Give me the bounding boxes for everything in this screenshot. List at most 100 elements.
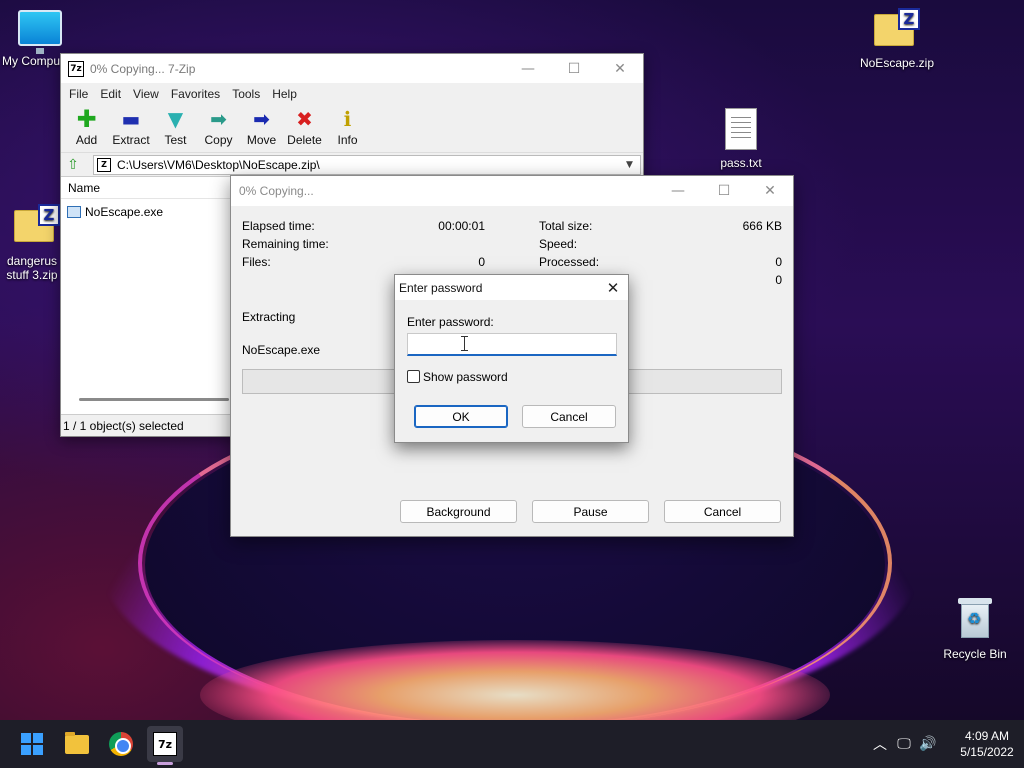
menu-favorites[interactable]: Favorites [165,87,226,101]
ok-button[interactable]: OK [414,405,508,428]
horizontal-scrollbar[interactable] [79,398,229,401]
clock[interactable]: 4:09 AM 5/15/2022 [952,728,1022,760]
arrow-right-icon: ➡ [253,107,270,131]
7zip-app-icon: 7z [68,60,84,77]
desktop-icon-my-computer[interactable]: My Compu [0,10,64,68]
menu-file[interactable]: File [63,87,94,101]
network-icon[interactable]: 🖵 [892,736,916,752]
desktop-icon-label: Recycle Bin [943,647,1007,661]
desktop-icon-pass-txt[interactable]: pass.txt [701,108,781,170]
taskbar-chrome[interactable] [103,726,139,762]
clock-date: 5/15/2022 [960,745,1014,759]
delete-button[interactable]: ✖ Delete [283,105,326,147]
info-button[interactable]: ℹ Info [326,105,369,147]
menu-help[interactable]: Help [266,87,303,101]
maximize-button[interactable]: ☐ [551,54,597,83]
zip-folder-icon: Z [874,8,920,48]
desktop-icon-recycle-bin[interactable]: ♻ Recycle Bin [935,598,1015,661]
processed-label: Processed: [539,255,600,269]
copy-button[interactable]: ➡ Copy [197,105,240,147]
cancel-button[interactable]: Cancel [664,500,781,523]
extract-button[interactable]: ▬ Extract [108,105,154,147]
7zip-icon: 7z [153,732,177,756]
desktop-icon-label: My Compu [2,54,61,68]
total-size-label: Total size: [539,219,593,233]
show-password-label[interactable]: Show password [423,370,508,384]
text-cursor-icon [461,336,468,351]
processed-value: 0 [775,255,782,269]
password-input[interactable] [407,333,617,356]
up-folder-button[interactable]: ⇧ [61,154,85,176]
speed-label: Speed: [539,237,578,251]
minimize-button[interactable]: — [655,177,701,206]
recycle-bin-icon: ♻ [958,598,992,638]
progress-title-bar[interactable]: 0% Copying... — ☐ ✕ [231,176,793,206]
operation-label: Extracting [242,310,296,324]
minus-icon: ▬ [121,107,141,131]
close-icon[interactable]: ✕ [598,279,628,297]
clock-time: 4:09 AM [964,729,1010,743]
elapsed-time-value: 00:00:01 [438,219,485,233]
start-icon [21,733,43,755]
desktop-icon-label: NoEscape.zip [859,56,935,70]
file-explorer-icon [65,731,89,754]
desktop-icon-dangerus-zip[interactable]: Z dangerus stuff 3.zip [0,204,64,282]
arrow-right-icon: ➡ [210,107,227,131]
zip-archive-icon: Z [97,157,111,172]
password-dialog[interactable]: Enter password ✕ Enter password: Show pa… [394,274,629,443]
check-icon: ▼ [167,107,184,131]
pause-button[interactable]: Pause [532,500,649,523]
text-file-icon [725,108,757,150]
desktop-icon-noescape-zip[interactable]: Z NoEscape.zip [857,8,937,70]
show-password-checkbox[interactable] [407,370,420,383]
exe-file-icon [67,206,81,218]
menu-edit[interactable]: Edit [94,87,127,101]
file-name: NoEscape.exe [85,205,164,219]
menu-view[interactable]: View [127,87,165,101]
zip-folder-icon: Z [14,204,60,244]
start-button[interactable] [14,726,50,762]
chrome-icon [109,732,133,756]
chevron-up-icon[interactable]: ︿ [868,734,892,754]
toolbar: ✚ Add ▬ Extract ▼ Test ➡ Copy ➡ Move ✖ D… [61,105,643,153]
address-field[interactable]: Z C:\Users\VM6\Desktop\NoEscape.zip\ ▼ [93,154,641,175]
status-text: 1 / 1 object(s) selected [63,418,184,433]
active-app-indicator [157,762,173,765]
close-button[interactable]: ✕ [597,54,643,83]
current-file-label: NoEscape.exe [242,343,321,357]
background-button[interactable]: Background [400,500,517,523]
address-path: C:\Users\VM6\Desktop\NoEscape.zip\ [117,157,320,172]
x-icon: ✖ [296,107,313,131]
password-label: Enter password: [407,315,494,329]
volume-icon[interactable]: 🔊 [916,736,940,752]
title-bar[interactable]: 7z 0% Copying... 7-Zip — ☐ ✕ [61,54,643,83]
files-label: Files: [242,255,271,269]
total-size-value: 666 KB [742,219,782,233]
elapsed-time-label: Elapsed time: [242,219,315,233]
taskbar: 7z ︿ 🖵 🔊 4:09 AM 5/15/2022 [0,720,1024,768]
plus-icon: ✚ [76,105,97,133]
maximize-button[interactable]: ☐ [701,177,747,206]
test-button[interactable]: ▼ Test [154,105,197,147]
taskbar-file-explorer[interactable] [59,726,95,762]
chevron-down-icon[interactable]: ▼ [626,160,640,170]
remaining-time-label: Remaining time: [242,237,329,251]
files-value: 0 [478,255,485,269]
menu-bar: File Edit View Favorites Tools Help [61,83,643,105]
password-dialog-title-bar[interactable]: Enter password ✕ [395,275,628,300]
add-button[interactable]: ✚ Add [65,105,108,147]
info-icon: ℹ [343,107,352,131]
window-title: 0% Copying... 7-Zip [90,61,196,76]
move-button[interactable]: ➡ Move [240,105,283,147]
system-tray: ︿ 🖵 🔊 4:09 AM 5/15/2022 [868,720,1024,768]
monitor-icon [18,10,62,54]
desktop-icon-label: pass.txt [720,156,762,170]
minimize-button[interactable]: — [505,54,551,83]
taskbar-7zip[interactable]: 7z [147,726,183,762]
cancel-button[interactable]: Cancel [522,405,616,428]
close-button[interactable]: ✕ [747,177,793,206]
address-bar: ⇧ Z C:\Users\VM6\Desktop\NoEscape.zip\ ▼ [61,153,643,177]
progress-window-title: 0% Copying... [239,184,314,198]
desktop-icon-label: dangerus stuff 3.zip [6,254,58,282]
menu-tools[interactable]: Tools [226,87,266,101]
